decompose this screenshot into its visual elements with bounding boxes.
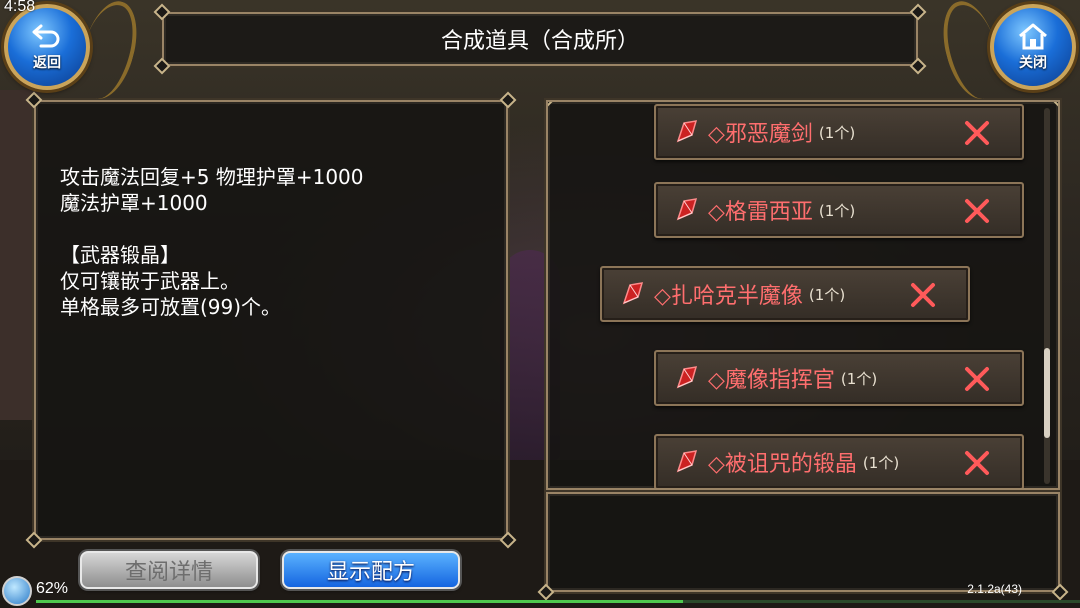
scrollbar-thumb[interactable] — [1044, 348, 1050, 438]
return-arrow-icon — [32, 24, 60, 48]
remove-icon[interactable] — [962, 118, 992, 148]
ingredient-item[interactable]: ◇被诅咒的锻晶 (1个) — [654, 434, 1024, 488]
ingredient-quantity: (1个) — [862, 453, 900, 472]
remove-icon[interactable] — [962, 196, 992, 226]
ingredient-quantity: (1个) — [808, 285, 846, 304]
ingredient-quantity: (1个) — [840, 369, 878, 388]
close-button-label: 关闭 — [1019, 55, 1047, 71]
remove-icon[interactable] — [908, 280, 938, 310]
crystal-icon — [676, 120, 698, 143]
ingredient-name: ◇被诅咒的锻晶 — [708, 452, 857, 477]
ingredient-list-panel[interactable]: ◇邪恶魔剑 (1个) ◇格雷西亚 (1个) ◇扎哈克半魔像 (1个) ◇魔像指挥官 (1个) ◇… — [546, 100, 1060, 490]
ingredient-footer-panel — [537, 492, 1069, 601]
ingredient-item[interactable]: ◇扎哈克半魔像 (1个) — [600, 266, 970, 322]
ingredient-item[interactable]: ◇格雷西亚 (1个) — [654, 182, 1024, 238]
item-description-text: 攻击魔法回复+5 物理护罩+1000 魔法护罩+1000 【武器锻晶】 仅可镶嵌… — [60, 165, 364, 319]
crystal-icon — [676, 366, 698, 389]
battery-icon — [2, 576, 32, 606]
title-bar: 合成道具（合成所） — [153, 3, 927, 75]
ingredient-name: ◇扎哈克半魔像 — [654, 284, 803, 309]
ingredient-name: ◇魔像指挥官 — [708, 368, 835, 393]
status-time: 4:58 — [4, 0, 36, 15]
loading-progress-fill — [36, 600, 684, 603]
ingredient-quantity: (1个) — [818, 201, 856, 220]
show-recipe-label: 显示配方 — [326, 560, 415, 585]
close-button[interactable]: 关闭 — [990, 4, 1076, 90]
ingredient-name: ◇邪恶魔剑 — [708, 122, 813, 147]
battery-percent: 62% — [36, 580, 69, 597]
ingredient-item[interactable]: ◇魔像指挥官 (1个) — [654, 350, 1024, 406]
home-icon — [1019, 23, 1047, 50]
back-button-label: 返回 — [33, 55, 61, 71]
view-details-button[interactable]: 查阅详情 — [80, 551, 258, 589]
page-title: 合成道具（合成所） — [440, 29, 639, 54]
ingredient-item[interactable]: ◇邪恶魔剑 (1个) — [654, 104, 1024, 160]
ingredient-quantity: (1个) — [818, 123, 856, 142]
crystal-icon — [676, 450, 698, 473]
crystal-icon — [622, 282, 644, 305]
crystal-icon — [676, 198, 698, 221]
view-details-label: 查阅详情 — [124, 560, 213, 585]
show-recipe-button[interactable]: 显示配方 — [282, 551, 460, 589]
remove-icon[interactable] — [962, 364, 992, 394]
loading-progress-bar — [36, 600, 1080, 603]
list-scrollbar[interactable] — [1044, 108, 1050, 484]
item-description-panel: 攻击魔法回复+5 物理护罩+1000 魔法护罩+1000 【武器锻晶】 仅可镶嵌… — [25, 91, 517, 549]
back-button[interactable]: 返回 — [4, 4, 90, 90]
version-label: 2.1.2a(43) — [967, 582, 1022, 596]
ingredient-name: ◇格雷西亚 — [708, 200, 813, 225]
remove-icon[interactable] — [962, 448, 992, 478]
